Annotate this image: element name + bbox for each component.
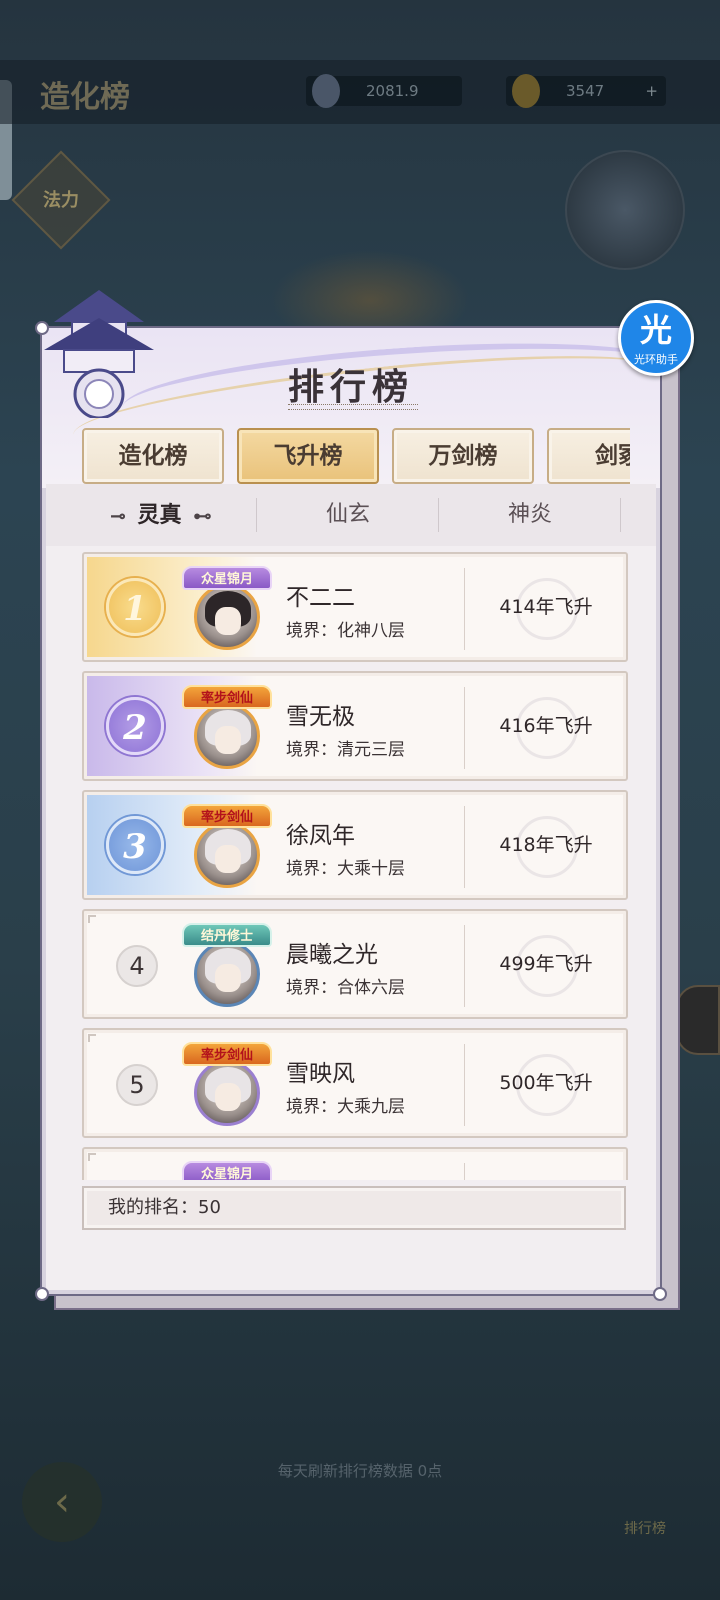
player-realm: 境界：合体六层 <box>286 978 405 998</box>
ranking-row[interactable]: 3 率步剑仙 徐凤年 境界：大乘十层 418年飞升 <box>82 790 628 900</box>
corner-ornament <box>653 1287 667 1301</box>
gem-icon <box>312 74 340 108</box>
player-realm: 境界：清元三层 <box>286 740 405 760</box>
ranking-list[interactable]: 1 众星锦月 不二二 境界：化神八层 414年飞升 2 率步剑仙 雪无极 境界：… <box>82 552 628 1180</box>
corner-ornament <box>35 1287 49 1301</box>
tab-sword[interactable]: 万剑榜 <box>392 428 534 484</box>
player-title-badge: 众星锦月 <box>182 566 272 590</box>
pagoda-icon <box>44 290 154 418</box>
rank-medal-gold: 1 <box>106 578 164 636</box>
tab-sword-tomb[interactable]: 剑冢 <box>547 428 630 484</box>
ascension-stat: 499年飞升 <box>499 953 593 975</box>
player-avatar[interactable]: 众星锦月 <box>182 1161 272 1180</box>
my-rank-bar: 我的排名：50 <box>82 1186 626 1230</box>
avatar <box>194 584 260 650</box>
rank-number: 4 <box>116 945 158 987</box>
avatar <box>194 1060 260 1126</box>
side-avatar[interactable] <box>676 985 720 1055</box>
resource-counter-2: 3547 + <box>506 74 666 108</box>
resource-value-1: 2081.9 <box>366 82 419 100</box>
rank-number: 5 <box>116 1064 158 1106</box>
player-name: 不二二 <box>286 585 355 611</box>
ascension-stat: 416年飞升 <box>499 715 593 737</box>
title-underline <box>288 404 418 410</box>
ranking-row[interactable]: 众星锦月 <box>82 1147 628 1180</box>
corner-ornament <box>35 321 49 335</box>
divider <box>464 687 465 769</box>
player-name: 雪映风 <box>286 1061 355 1087</box>
ranking-tabs: 造化榜 飞升榜 万剑榜 剑冢 <box>82 428 630 486</box>
player-realm: 境界：大乘十层 <box>286 859 405 879</box>
corner-notch <box>88 1153 96 1161</box>
resource-value-2: 3547 <box>566 82 605 100</box>
player-name: 晨曦之光 <box>286 942 378 968</box>
bg-diamond-label: 法力 <box>43 190 79 211</box>
player-title-badge: 众星锦月 <box>182 1161 272 1180</box>
player-avatar[interactable]: 率步剑仙 <box>182 804 272 894</box>
ornament-left-icon: ⊸ <box>110 506 126 527</box>
player-avatar[interactable]: 众星锦月 <box>182 566 272 656</box>
ascension-stat: 500年飞升 <box>499 1072 593 1094</box>
ascension-stat: 414年飞升 <box>499 596 593 618</box>
tab-creation[interactable]: 造化榜 <box>82 428 224 484</box>
bg-page-title: 造化榜 <box>40 80 130 115</box>
my-rank-text: 我的排名：50 <box>108 1197 221 1218</box>
plus-icon[interactable]: + <box>645 76 658 106</box>
rank-medal-silver: 2 <box>106 697 164 755</box>
helper-floating-button[interactable]: 光 光环助手 <box>618 300 694 376</box>
divider <box>464 806 465 888</box>
divider <box>256 498 257 532</box>
ascension-stat: 418年飞升 <box>499 834 593 856</box>
player-realm: 境界：大乘九层 <box>286 1097 405 1117</box>
bg-corner-button[interactable]: 排行榜 <box>610 1462 680 1542</box>
subtab-lingzhen[interactable]: ⊸ 灵真 ⊷ <box>66 484 256 546</box>
player-avatar[interactable]: 结丹修士 <box>182 923 272 1013</box>
ranking-row[interactable]: 1 众星锦月 不二二 境界：化神八层 414年飞升 <box>82 552 628 662</box>
avatar <box>194 822 260 888</box>
subtab-label: 灵真 <box>137 502 182 528</box>
divider <box>620 498 621 532</box>
divider <box>464 568 465 650</box>
helper-icon: 光 <box>639 311 672 349</box>
ranking-row[interactable]: 4 结丹修士 晨曦之光 境界：合体六层 499年飞升 <box>82 909 628 1019</box>
player-name: 雪无极 <box>286 704 355 730</box>
ranking-row[interactable]: 2 率步剑仙 雪无极 境界：清元三层 416年飞升 <box>82 671 628 781</box>
corner-notch <box>88 915 96 923</box>
subtab-bar: ⊸ 灵真 ⊷ 仙玄 神炎 <box>46 484 656 546</box>
player-realm: 境界：化神八层 <box>286 621 405 641</box>
divider <box>464 925 465 1007</box>
ranking-panel: 排行榜 造化榜 飞升榜 万剑榜 剑冢 ⊸ 灵真 ⊷ 仙玄 神炎 1 众星锦月 不… <box>35 290 667 1301</box>
bg-orb <box>565 150 685 270</box>
ornament-right-icon: ⊷ <box>193 506 212 527</box>
rank-medal-bronze: 3 <box>106 816 164 874</box>
corner-notch <box>88 1034 96 1042</box>
avatar <box>194 703 260 769</box>
avatar <box>194 941 260 1007</box>
lightning-icon <box>512 74 540 108</box>
resource-counter-1: 2081.9 <box>306 74 462 108</box>
divider <box>464 1044 465 1126</box>
player-title-badge: 结丹修士 <box>182 923 272 947</box>
player-title-badge: 率步剑仙 <box>182 804 272 828</box>
tab-ascension[interactable]: 飞升榜 <box>237 428 379 484</box>
back-arrow-icon[interactable]: ‹ <box>22 1462 102 1542</box>
divider <box>438 498 439 532</box>
divider <box>464 1163 465 1180</box>
player-title-badge: 率步剑仙 <box>182 685 272 709</box>
player-avatar[interactable]: 率步剑仙 <box>182 685 272 775</box>
helper-label: 光环助手 <box>634 353 678 366</box>
player-title-badge: 率步剑仙 <box>182 1042 272 1066</box>
bg-corner-label: 排行榜 <box>624 1521 666 1537</box>
ranking-row[interactable]: 5 率步剑仙 雪映风 境界：大乘九层 500年飞升 <box>82 1028 628 1138</box>
player-avatar[interactable]: 率步剑仙 <box>182 1042 272 1132</box>
player-name: 徐凤年 <box>286 823 355 849</box>
subtab-shenyan[interactable]: 神炎 <box>440 484 620 546</box>
subtab-xianxuan[interactable]: 仙玄 <box>258 484 438 546</box>
